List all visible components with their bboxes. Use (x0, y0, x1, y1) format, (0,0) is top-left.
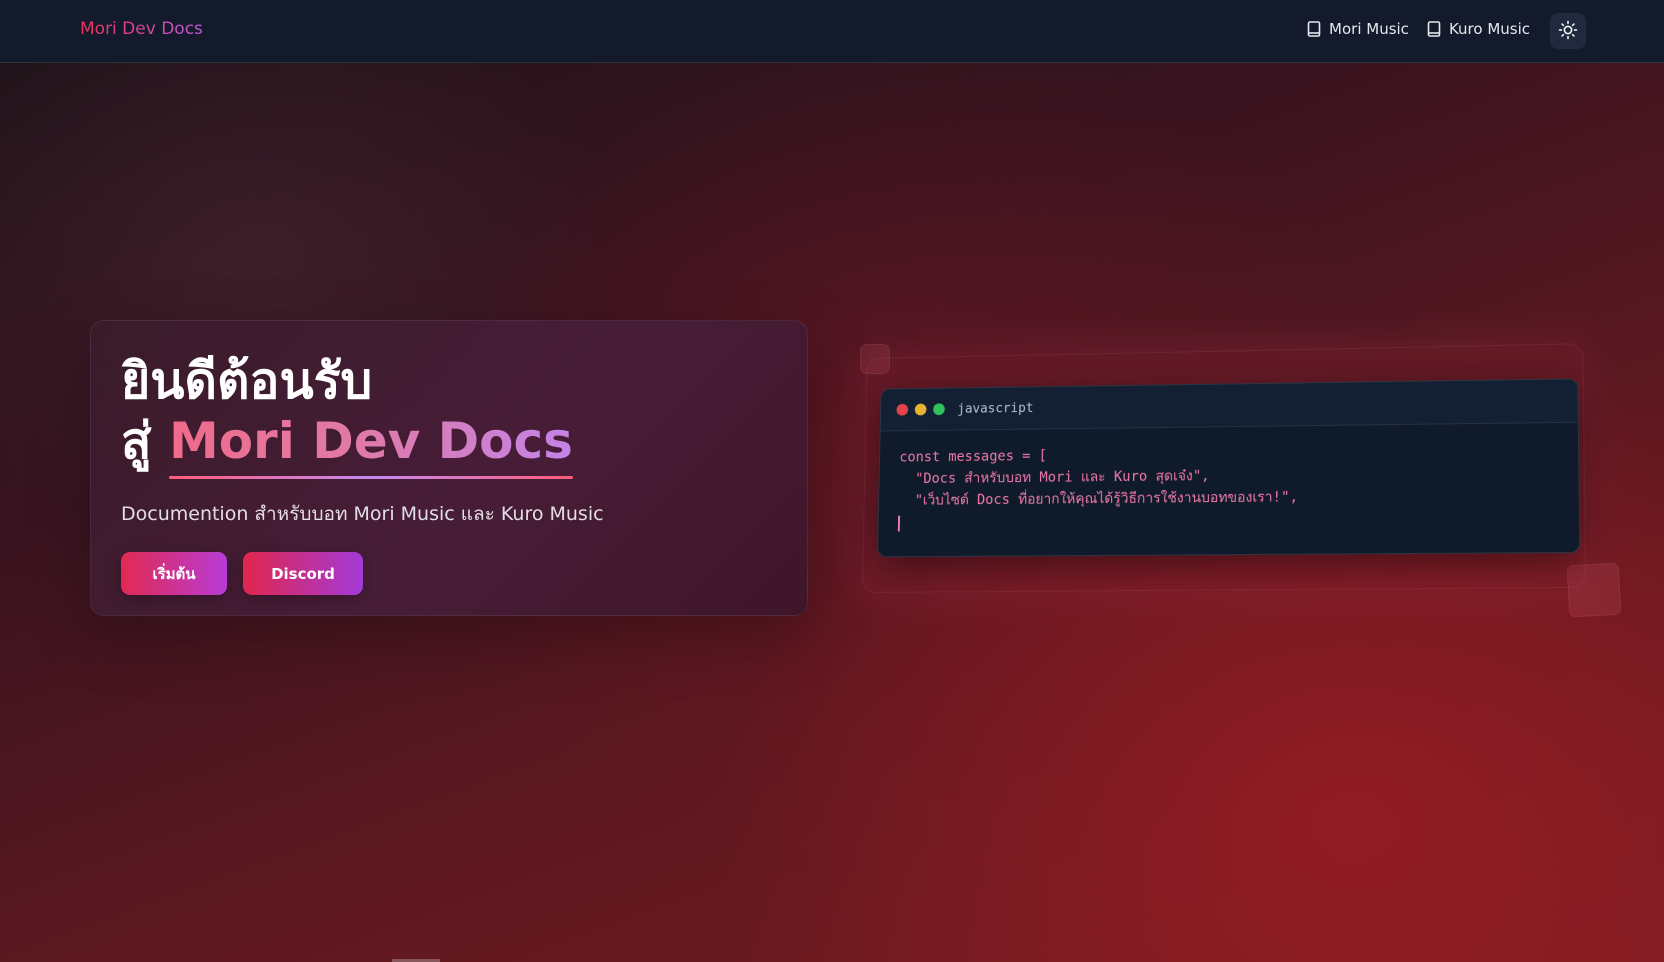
nav-link-mori-music[interactable]: Mori Music (1307, 20, 1409, 38)
page: Mori Dev Docs Mori Music Kuro Music ยินด… (0, 0, 1664, 962)
code-body: const messages = [ "Docs สำหรับบอท Mori … (878, 423, 1579, 555)
nav-links: Mori Music Kuro Music (1307, 20, 1530, 38)
hero-title-prefix: สู่ (121, 412, 152, 470)
get-started-button[interactable]: เริ่มต้น (121, 552, 227, 595)
hero-title-line-2: สู่ Mori Dev Docs (121, 411, 573, 471)
decorative-square (1567, 563, 1622, 618)
typing-cursor (898, 516, 900, 532)
nav-link-kuro-music[interactable]: Kuro Music (1427, 20, 1530, 38)
hero-subtitle: Documention สำหรับบอท Mori Music และ Kur… (121, 499, 604, 529)
window-maximize-dot (933, 403, 945, 415)
code-window: javascript const messages = [ "Docs สำหร… (877, 378, 1581, 557)
title-underline (169, 476, 573, 479)
decorative-square (860, 344, 890, 374)
book-icon (1427, 21, 1441, 37)
hero-card: ยินดีต้อนรับ สู่ Mori Dev Docs Documenti… (90, 320, 808, 616)
hero-title-highlight: Mori Dev Docs (169, 411, 573, 471)
hero-title: ยินดีต้อนรับ สู่ Mori Dev Docs (121, 351, 573, 471)
window-close-dot (896, 404, 908, 416)
nav-link-label: Mori Music (1329, 20, 1409, 38)
hero-title-line-1: ยินดีต้อนรับ (121, 351, 573, 411)
nav-link-label: Kuro Music (1449, 20, 1530, 38)
theme-toggle-button[interactable] (1550, 13, 1586, 49)
brand-link[interactable]: Mori Dev Docs (80, 19, 203, 39)
book-icon (1307, 21, 1321, 37)
sun-icon (1558, 20, 1578, 43)
hero-buttons: เริ่มต้น Discord (121, 552, 363, 595)
discord-button[interactable]: Discord (243, 552, 363, 595)
navbar: Mori Dev Docs Mori Music Kuro Music (0, 0, 1664, 63)
code-showcase: javascript const messages = [ "Docs สำหร… (850, 340, 1580, 620)
code-language-label: javascript (957, 401, 1033, 417)
window-minimize-dot (915, 404, 927, 416)
hero-title-highlight-text: Mori Dev Docs (169, 412, 573, 470)
